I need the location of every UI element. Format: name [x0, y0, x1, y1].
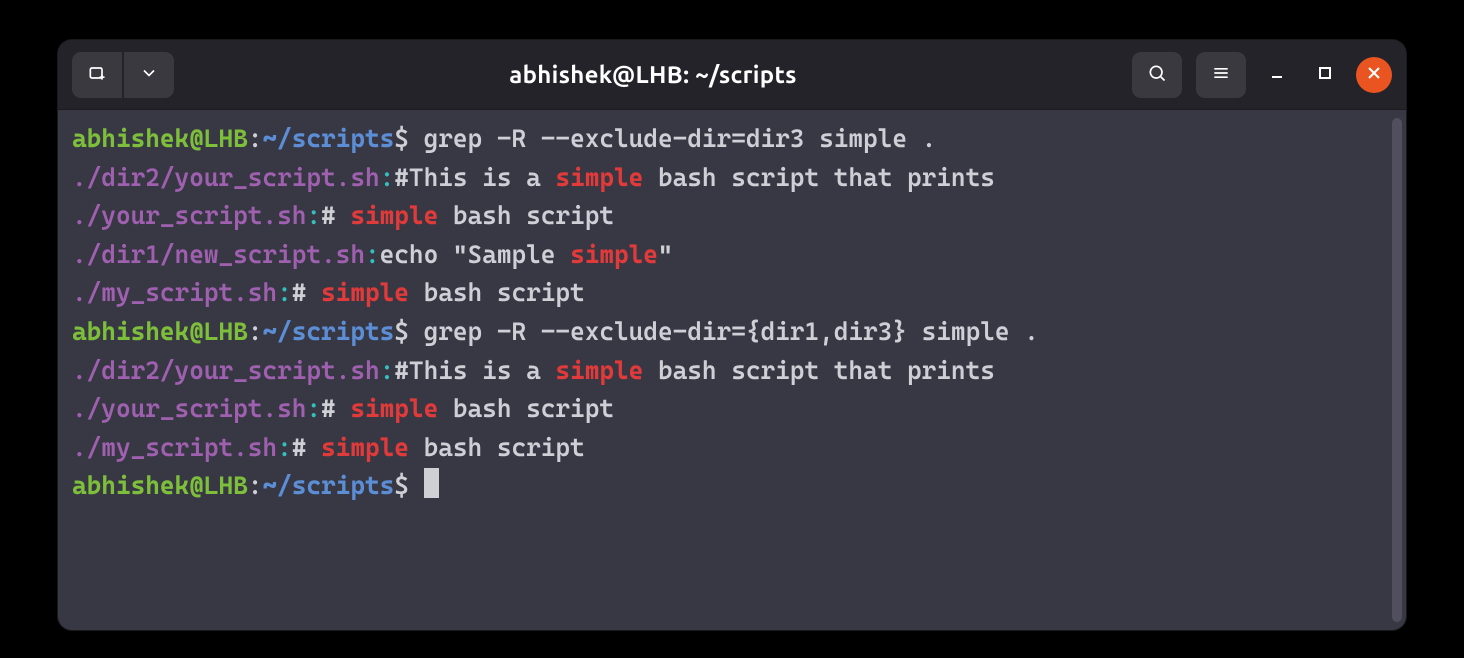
grep-separator: :: [365, 240, 380, 269]
prompt-sep: :: [248, 471, 263, 500]
grep-file: ./my_script.sh: [72, 278, 277, 307]
terminal-line: abhishek@LHB:~/scripts$ grep -R --exclud…: [72, 120, 1392, 159]
terminal-line: ./your_script.sh:# simple bash script: [72, 197, 1392, 236]
search-button[interactable]: [1132, 52, 1182, 98]
hamburger-menu-button[interactable]: [1196, 52, 1246, 98]
grep-pre-text: #This is a: [394, 356, 555, 385]
grep-post-text: bash script: [438, 394, 614, 423]
grep-separator: :: [277, 433, 292, 462]
prompt-sep: :: [248, 124, 263, 153]
command-text: grep -R --exclude-dir=dir3 simple .: [424, 124, 937, 153]
titlebar-right-group: [1132, 52, 1392, 98]
grep-match: simple: [555, 356, 643, 385]
titlebar: abhishek@LHB: ~/scripts: [58, 40, 1406, 110]
grep-file: ./dir1/new_script.sh: [72, 240, 365, 269]
grep-match: simple: [321, 433, 409, 462]
grep-file: ./your_script.sh: [72, 394, 306, 423]
grep-separator: :: [306, 394, 321, 423]
maximize-icon: [1318, 65, 1332, 84]
grep-separator: :: [380, 163, 395, 192]
prompt-path: ~/scripts: [262, 471, 394, 500]
grep-separator: :: [380, 356, 395, 385]
terminal-line: ./your_script.sh:# simple bash script: [72, 390, 1392, 429]
prompt-symbol: $: [394, 317, 423, 346]
grep-pre-text: #: [321, 201, 350, 230]
grep-match: simple: [350, 201, 438, 230]
terminal-window: abhishek@LHB: ~/scripts: [58, 40, 1406, 630]
grep-pre-text: #: [292, 278, 321, 307]
prompt-sep: :: [248, 317, 263, 346]
grep-file: ./my_script.sh: [72, 433, 277, 462]
grep-pre-text: #This is a: [394, 163, 555, 192]
grep-file: ./dir2/your_script.sh: [72, 356, 380, 385]
grep-separator: :: [277, 278, 292, 307]
new-tab-icon: [87, 63, 107, 87]
grep-post-text: bash script: [409, 278, 585, 307]
command-text: grep -R --exclude-dir={dir1,dir3} simple…: [424, 317, 1039, 346]
minimize-button[interactable]: [1260, 58, 1294, 92]
chevron-down-icon: [139, 63, 159, 87]
tab-dropdown-button[interactable]: [124, 52, 174, 98]
prompt-symbol: $: [394, 471, 423, 500]
terminal-line: ./dir2/your_script.sh:#This is a simple …: [72, 352, 1392, 391]
maximize-button[interactable]: [1308, 58, 1342, 92]
grep-pre-text: echo "Sample: [380, 240, 570, 269]
scrollbar[interactable]: [1392, 118, 1402, 622]
prompt-path: ~/scripts: [262, 124, 394, 153]
grep-post-text: ": [658, 240, 673, 269]
close-icon: [1366, 65, 1382, 85]
grep-post-text: bash script: [409, 433, 585, 462]
prompt-symbol: $: [394, 124, 423, 153]
grep-separator: :: [306, 201, 321, 230]
grep-file: ./your_script.sh: [72, 201, 306, 230]
grep-post-text: bash script: [438, 201, 614, 230]
terminal-line: ./dir1/new_script.sh:echo "Sample simple…: [72, 236, 1392, 275]
prompt-path: ~/scripts: [262, 317, 394, 346]
prompt-user-host: abhishek@LHB: [72, 471, 248, 500]
prompt-user-host: abhishek@LHB: [72, 124, 248, 153]
terminal-body[interactable]: abhishek@LHB:~/scripts$ grep -R --exclud…: [58, 110, 1406, 630]
terminal-line: ./my_script.sh:# simple bash script: [72, 429, 1392, 468]
new-tab-button[interactable]: [72, 52, 122, 98]
grep-post-text: bash script that prints: [643, 163, 995, 192]
grep-match: simple: [570, 240, 658, 269]
search-icon: [1147, 63, 1167, 87]
grep-match: simple: [555, 163, 643, 192]
close-button[interactable]: [1356, 57, 1392, 93]
terminal-line: abhishek@LHB:~/scripts$ grep -R --exclud…: [72, 313, 1392, 352]
grep-file: ./dir2/your_script.sh: [72, 163, 380, 192]
grep-match: simple: [321, 278, 409, 307]
grep-post-text: bash script that prints: [643, 356, 995, 385]
hamburger-icon: [1211, 63, 1231, 87]
terminal-line: abhishek@LHB:~/scripts$: [72, 467, 1392, 506]
grep-pre-text: #: [321, 394, 350, 423]
terminal-line: ./dir2/your_script.sh:#This is a simple …: [72, 159, 1392, 198]
titlebar-left-group: [72, 52, 174, 98]
window-title: abhishek@LHB: ~/scripts: [174, 61, 1132, 88]
prompt-user-host: abhishek@LHB: [72, 317, 248, 346]
grep-match: simple: [350, 394, 438, 423]
grep-pre-text: #: [292, 433, 321, 462]
terminal-line: ./my_script.sh:# simple bash script: [72, 274, 1392, 313]
minimize-icon: [1269, 65, 1285, 85]
cursor: [424, 468, 439, 498]
